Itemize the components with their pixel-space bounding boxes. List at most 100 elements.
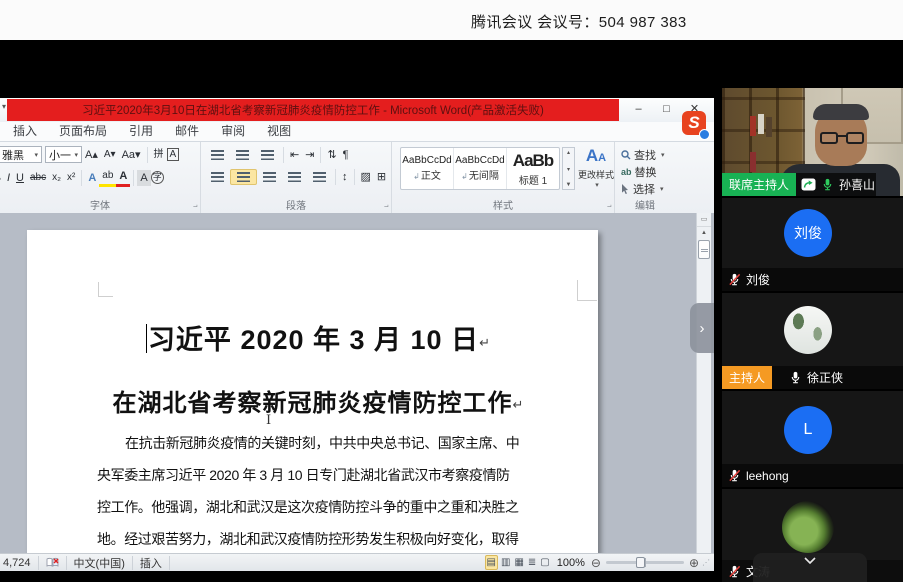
line-spacing-icon[interactable]: ↕: [339, 169, 351, 185]
paragraph-style-icon: ↲: [413, 172, 420, 181]
chevron-down-icon: ▾: [74, 151, 78, 159]
scroll-up-icon[interactable]: ▲: [697, 227, 711, 239]
bullets-icon[interactable]: [205, 148, 230, 162]
collapse-videos-button[interactable]: [753, 553, 867, 582]
tab-review[interactable]: 审阅: [210, 122, 256, 141]
style-no-spacing[interactable]: AaBbCcDd ↲无间隔: [454, 148, 507, 189]
insert-mode-status[interactable]: 插入: [133, 556, 170, 570]
document-page[interactable]: 习近平 2020 年 3 月 10 日↵ 在湖北省考察新冠肺炎疫情防控工作↵ 在…: [27, 230, 598, 553]
shading-icon[interactable]: ▨: [358, 169, 374, 185]
text-effects-icon[interactable]: A: [85, 170, 99, 186]
chevron-down-icon: ▾: [34, 151, 38, 159]
draft-view-button[interactable]: ▢: [539, 556, 550, 569]
minimize-button[interactable]: –: [631, 101, 646, 117]
phonetic-guide-icon[interactable]: 拼: [151, 147, 167, 163]
zoom-out-icon[interactable]: ⊖: [591, 556, 601, 570]
show-marks-icon[interactable]: ¶: [340, 147, 352, 163]
mic-muted-icon: [728, 469, 741, 482]
align-right-icon[interactable]: [257, 170, 282, 184]
participant-namebar: 刘俊: [722, 268, 903, 291]
zoom-level[interactable]: 100%: [557, 557, 585, 569]
web-layout-view-button[interactable]: ▦: [513, 556, 524, 569]
sogou-ime-icon[interactable]: S: [682, 111, 706, 135]
body-line: 地。经过艰苦努力，湖北和武汉疫情防控形势发生积极向好变化，取得: [97, 523, 512, 553]
participant-tile[interactable]: 文涛: [722, 489, 903, 582]
quick-access-icon[interactable]: ▾: [2, 102, 6, 111]
numbering-icon[interactable]: [230, 148, 255, 162]
italic-icon[interactable]: I: [4, 170, 13, 186]
zoom-in-icon[interactable]: ⊕: [689, 556, 699, 570]
sort-icon[interactable]: ⇅: [324, 147, 339, 163]
dialog-launcher-icon[interactable]: ⌐: [384, 202, 389, 211]
titlebar-alert-strip: 习近平2020年3月10日在湖北省考察新冠肺炎疫情防控工作 - Microsof…: [7, 99, 619, 121]
scroll-down-icon[interactable]: ▾: [567, 166, 570, 173]
find-button[interactable]: 查找 ▾: [621, 147, 665, 162]
language-status[interactable]: 中文(中国): [67, 556, 133, 570]
enclose-character-icon[interactable]: 字: [151, 171, 164, 184]
word-count[interactable]: 4,724: [0, 556, 39, 570]
ruler-toggle-icon[interactable]: ▭: [697, 213, 711, 227]
select-button[interactable]: 选择 ▾: [621, 181, 664, 196]
change-case-icon[interactable]: Aa▾: [119, 147, 144, 163]
replace-button[interactable]: ab 替换: [621, 164, 657, 179]
character-border-icon[interactable]: A: [167, 148, 180, 161]
participant-namebar: 主持人 徐正侠: [722, 366, 903, 389]
word-titlebar[interactable]: ▾ 习近平2020年3月10日在湖北省考察新冠肺炎疫情防控工作 - Micros…: [0, 98, 714, 122]
print-layout-view-button[interactable]: ▤: [485, 555, 498, 570]
document-title-text: 习近平2020年3月10日在湖北省考察新冠肺炎疫情防控工作 - Microsof…: [82, 102, 544, 118]
styles-group: AaBbCcDd ↲正文 AaBbCcDd ↲无间隔 AaBb 标题 1 ▴ ▾: [392, 142, 615, 213]
style-heading1[interactable]: AaBb 标题 1: [507, 148, 559, 189]
gallery-more-icon[interactable]: ▼: [566, 182, 572, 188]
justify-icon[interactable]: [282, 170, 307, 184]
character-shading-icon[interactable]: A: [137, 170, 150, 186]
outline-view-button[interactable]: ≣: [527, 556, 537, 569]
font-group: 雅黑 ▾ 小一 ▾ A▴ A▾ Aa▾ 拼 A B I: [0, 142, 201, 213]
tab-view[interactable]: 视图: [256, 122, 302, 141]
multilevel-list-icon[interactable]: [255, 148, 280, 162]
strikethrough-icon[interactable]: abc: [27, 170, 49, 186]
ribbon-tabs: 插入 页面布局 引用 邮件 审阅 视图: [0, 122, 714, 142]
highlight-color-icon[interactable]: ab: [99, 168, 116, 187]
align-center-icon[interactable]: [230, 169, 257, 185]
dialog-launcher-icon[interactable]: ⌐: [193, 202, 198, 211]
style-normal[interactable]: AaBbCcDd ↲正文: [401, 148, 454, 189]
zoom-slider-thumb[interactable]: [636, 557, 645, 568]
shrink-font-icon[interactable]: A▾: [101, 147, 119, 163]
participant-namebar: leehong: [722, 464, 903, 487]
subscript-icon[interactable]: x₂: [49, 170, 64, 186]
vertical-scrollbar[interactable]: ▭ ▲: [696, 213, 711, 553]
scrollbar-thumb[interactable]: [698, 240, 710, 259]
align-left-icon[interactable]: [205, 170, 230, 184]
participant-name: 孙喜山: [839, 176, 875, 193]
meeting-title: 腾讯会议 会议号：504 987 383: [471, 11, 687, 32]
increase-indent-icon[interactable]: ⇥: [302, 147, 317, 163]
participant-tile[interactable]: L leehong: [722, 391, 903, 487]
participant-tile[interactable]: 主持人 徐正侠: [722, 293, 903, 389]
maximize-button[interactable]: □: [659, 101, 674, 117]
styles-gallery-scroll[interactable]: ▴ ▾ ▼: [562, 147, 575, 190]
tab-mailings[interactable]: 邮件: [164, 122, 210, 141]
change-styles-button[interactable]: AA 更改样式 ▾: [578, 146, 614, 189]
spellcheck-status[interactable]: [39, 556, 67, 570]
superscript-icon[interactable]: x²: [64, 170, 78, 186]
decrease-indent-icon[interactable]: ⇤: [287, 147, 302, 163]
font-color-icon[interactable]: A: [116, 168, 130, 187]
underline-icon[interactable]: U: [13, 170, 27, 186]
fullscreen-view-button[interactable]: ▥: [500, 556, 511, 569]
grow-font-icon[interactable]: A▴: [82, 147, 101, 163]
dialog-launcher-icon[interactable]: ⌐: [607, 202, 612, 211]
scroll-up-icon[interactable]: ▴: [567, 149, 570, 156]
font-name-combo[interactable]: 雅黑 ▾: [0, 146, 42, 163]
participant-name: 刘俊: [746, 271, 770, 288]
participant-tile-video[interactable]: 联席主持人 孙喜山: [722, 88, 903, 196]
document-area[interactable]: 习近平 2020 年 3 月 10 日↵ 在湖北省考察新冠肺炎疫情防控工作↵ 在…: [0, 213, 714, 553]
participant-tile[interactable]: 刘俊 刘俊: [722, 198, 903, 291]
zoom-slider[interactable]: [606, 561, 684, 564]
borders-icon[interactable]: ⊞: [374, 169, 389, 185]
tab-insert[interactable]: 插入: [2, 122, 48, 141]
tab-page-layout[interactable]: 页面布局: [48, 122, 118, 141]
font-size-combo[interactable]: 小一 ▾: [45, 146, 82, 163]
distribute-icon[interactable]: [307, 170, 332, 184]
sidebar-expand-handle[interactable]: ›: [690, 303, 714, 353]
tab-references[interactable]: 引用: [118, 122, 164, 141]
